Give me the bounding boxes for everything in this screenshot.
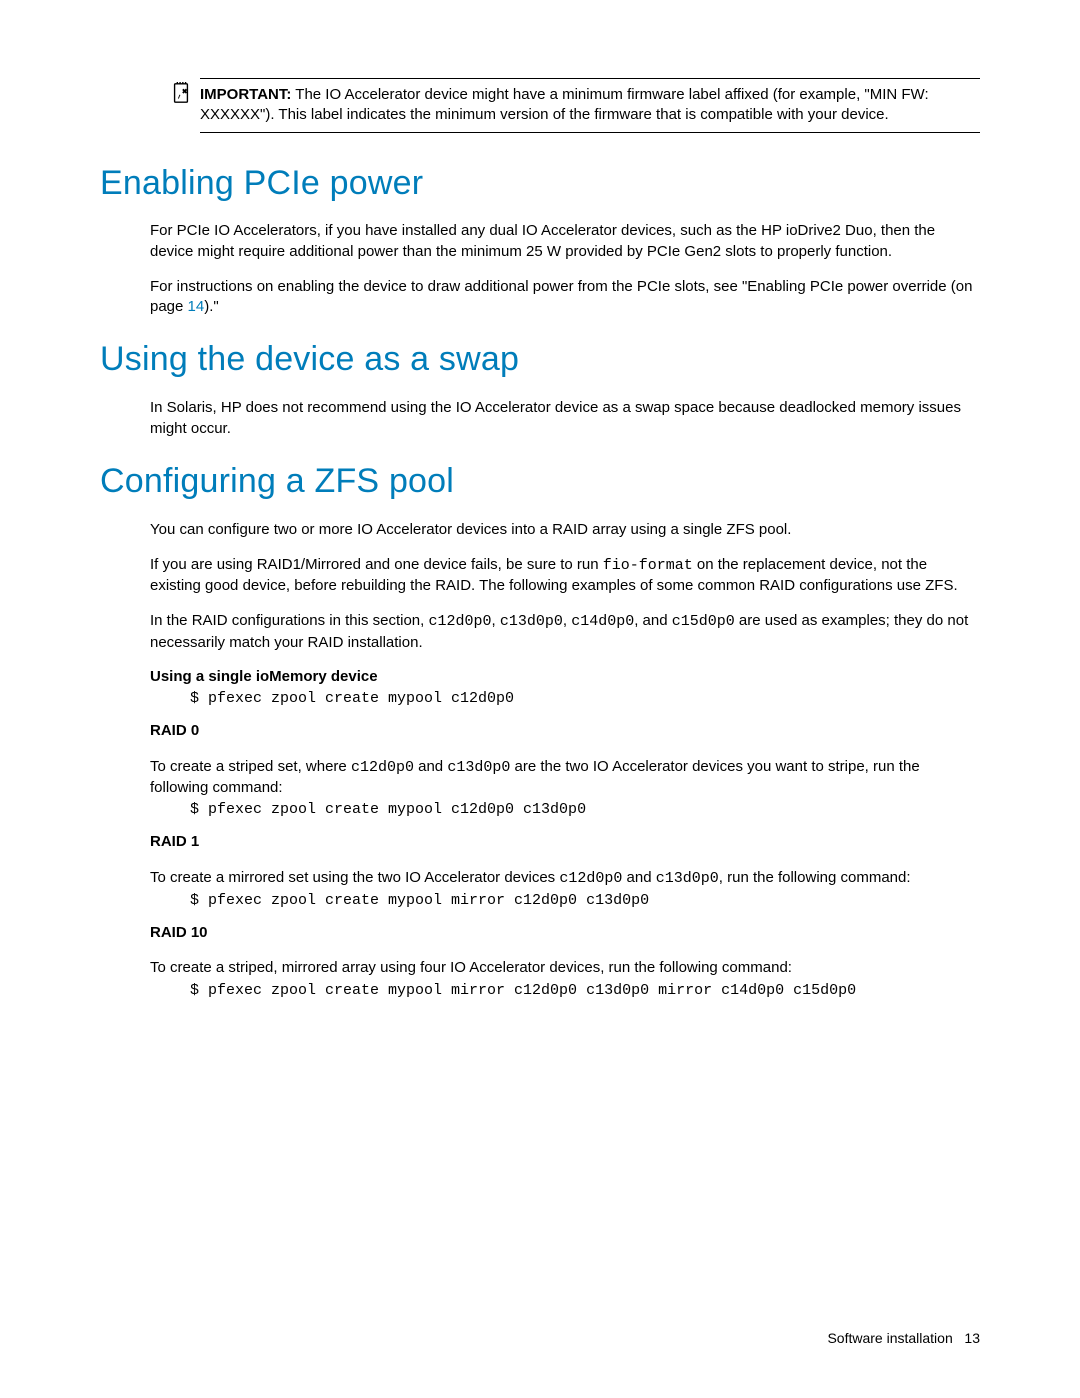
zfs-p3-a: In the RAID configurations in this secti… <box>150 612 428 629</box>
raid0-c1: c12d0p0 <box>351 759 414 776</box>
code-c14: c14d0p0 <box>571 613 634 630</box>
cmd-raid0: $ pfexec zpool create mypool c12d0p0 c13… <box>190 800 980 820</box>
code-fio-format: fio-format <box>603 557 693 574</box>
zfs-p3-s2: , <box>563 612 571 629</box>
subhead-raid0: RAID 0 <box>150 721 980 741</box>
raid0-mid: and <box>414 758 447 775</box>
important-body: The IO Accelerator device might have a m… <box>200 86 929 123</box>
zfs-p2-a: If you are using RAID1/Mirrored and one … <box>150 556 603 573</box>
raid10-paragraph: To create a striped, mirrored array usin… <box>150 958 980 978</box>
pcie-p2-pre: For instructions on enabling the device … <box>150 278 972 315</box>
code-c12: c12d0p0 <box>428 613 491 630</box>
raid1-c2: c13d0p0 <box>656 870 719 887</box>
important-icon <box>170 78 200 110</box>
pcie-paragraph-1: For PCIe IO Accelerators, if you have in… <box>150 221 980 262</box>
zfs-paragraph-3: In the RAID configurations in this secti… <box>150 611 980 653</box>
raid1-c1: c12d0p0 <box>559 870 622 887</box>
cmd-raid1: $ pfexec zpool create mypool mirror c12d… <box>190 891 980 911</box>
important-label: IMPORTANT: <box>200 86 291 103</box>
raid0-paragraph: To create a striped set, where c12d0p0 a… <box>150 757 980 799</box>
pcie-paragraph-2: For instructions on enabling the device … <box>150 277 980 318</box>
heading-swap: Using the device as a swap <box>100 337 980 383</box>
cmd-raid10: $ pfexec zpool create mypool mirror c12d… <box>190 981 980 1001</box>
swap-paragraph-1: In Solaris, HP does not recommend using … <box>150 398 980 439</box>
subhead-raid1: RAID 1 <box>150 832 980 852</box>
cmd-single: $ pfexec zpool create mypool c12d0p0 <box>190 689 980 709</box>
subhead-single-iomemory: Using a single ioMemory device <box>150 667 980 687</box>
footer-section: Software installation <box>827 1330 952 1346</box>
code-c13: c13d0p0 <box>500 613 563 630</box>
zfs-p3-s1: , <box>492 612 500 629</box>
zfs-p3-s3: , and <box>634 612 672 629</box>
raid1-b: , run the following command: <box>719 869 911 886</box>
subhead-raid10: RAID 10 <box>150 923 980 943</box>
raid0-a: To create a striped set, where <box>150 758 351 775</box>
code-c15: c15d0p0 <box>672 613 735 630</box>
page-14-link[interactable]: 14 <box>188 298 205 315</box>
raid1-a: To create a mirrored set using the two I… <box>150 869 559 886</box>
important-text: IMPORTANT: The IO Accelerator device mig… <box>200 78 980 133</box>
zfs-paragraph-2: If you are using RAID1/Mirrored and one … <box>150 555 980 597</box>
heading-enabling-pcie: Enabling PCIe power <box>100 161 980 207</box>
raid1-paragraph: To create a mirrored set using the two I… <box>150 868 980 889</box>
pcie-p2-post: )." <box>204 298 219 315</box>
heading-zfs: Configuring a ZFS pool <box>100 459 980 505</box>
raid0-c2: c13d0p0 <box>447 759 510 776</box>
important-callout: IMPORTANT: The IO Accelerator device mig… <box>170 78 980 133</box>
page: IMPORTANT: The IO Accelerator device mig… <box>0 0 1080 1398</box>
footer-page-number: 13 <box>964 1330 980 1346</box>
page-footer: Software installation 13 <box>827 1329 980 1348</box>
zfs-paragraph-1: You can configure two or more IO Acceler… <box>150 520 980 540</box>
raid1-mid: and <box>622 869 655 886</box>
